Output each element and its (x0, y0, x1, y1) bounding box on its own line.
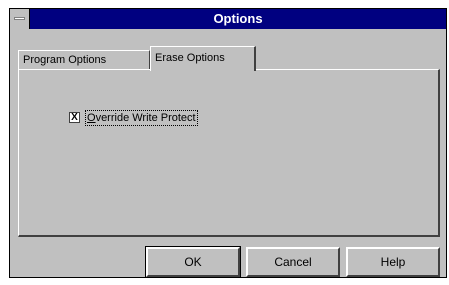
ok-button[interactable]: OK (145, 246, 241, 278)
erase-options-panel: X Override Write Protect (18, 69, 440, 237)
cancel-button[interactable]: Cancel (246, 247, 340, 277)
override-write-protect-mnemonic: O (87, 112, 96, 124)
override-write-protect-label-text: verride Write Protect (95, 112, 196, 124)
tab-erase-options[interactable]: Erase Options (150, 46, 256, 71)
tab-program-options[interactable]: Program Options (18, 50, 150, 70)
title-bar: Options (10, 9, 446, 29)
system-menu-icon[interactable] (10, 9, 30, 29)
dialog-title: Options (213, 11, 263, 26)
help-button[interactable]: Help (346, 247, 440, 277)
options-dialog: Options Program Options Erase Options X … (9, 8, 447, 278)
system-menu-bar (14, 17, 25, 20)
override-write-protect-checkbox[interactable]: X (69, 112, 80, 123)
override-write-protect-label[interactable]: Override Write Protect (85, 110, 198, 126)
